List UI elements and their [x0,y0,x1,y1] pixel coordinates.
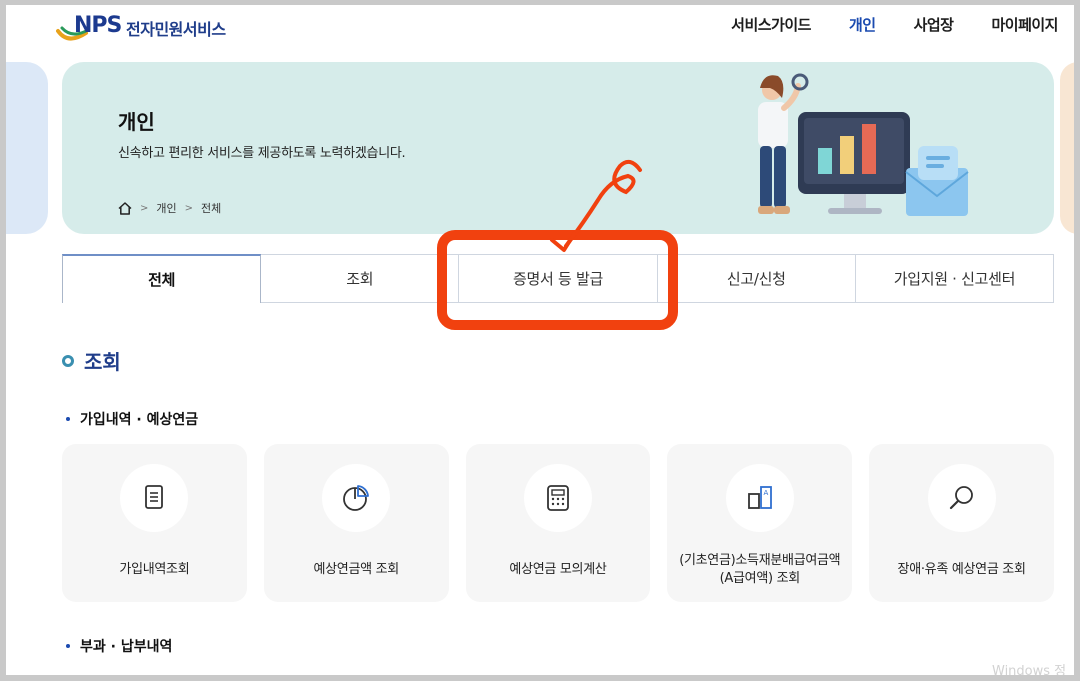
nav-item-guide[interactable]: 서비스가이드 [731,14,811,35]
woman-with-monitor-illustration [758,73,969,216]
subsection-title-text: 부과 · 납부내역 [80,639,173,655]
section-title-text: 조회 [84,350,121,374]
chevron-right-icon: > [184,202,194,214]
nav-item-personal[interactable]: 개인 [849,14,876,35]
nps-logo-mark: NPS [56,11,122,45]
logo-text: NPS [74,13,122,38]
service-card-list: 가입내역조회 예상연금액 조회 예상연금 모의계산 A (기초연금)소득재분배급… [62,444,1054,602]
service-card[interactable]: A (기초연금)소득재분배급여금액(A급여액) 조회 [667,444,853,602]
tab-inquiry[interactable]: 조회 [261,254,460,303]
section-title: 조회 [62,346,121,375]
subsection-title-text: 가입내역 · 예상연금 [80,412,199,428]
nav-item-business[interactable]: 사업장 [914,14,954,35]
hero-side-left [6,62,48,234]
breadcrumb: > 개인 > 전체 [118,200,221,216]
nav-item-mypage[interactable]: 마이페이지 [991,14,1058,35]
tab-support-center[interactable]: 가입지원 · 신고센터 [855,254,1055,303]
site-logo[interactable]: NPS 전자민원서비스 [56,10,226,46]
page-description: 신속하고 편리한 서비스를 제공하도록 노력하겠습니다. [118,146,406,161]
site-title: 전자민원서비스 [126,20,226,39]
main-navigation: 서비스가이드 개인 사업장 마이페이지 [731,14,1058,35]
service-card[interactable]: 예상연금 모의계산 [465,444,651,602]
windows-activation-watermark: Windows 정 [992,664,1067,679]
pie-chart-icon [322,464,391,532]
breadcrumb-item-all: 전체 [201,202,222,215]
circle-bullet-icon [62,354,74,367]
home-icon[interactable] [118,201,132,215]
document-icon [120,464,189,532]
tab-all[interactable]: 전체 [62,254,262,303]
service-card[interactable]: 예상연금액 조회 [263,444,449,602]
bullet-dot-icon [66,644,70,648]
site-header: NPS 전자민원서비스 서비스가이드 개인 사업장 마이페이지 [0,0,1080,52]
magnifier-icon [927,464,996,532]
breadcrumb-item-personal[interactable]: 개인 [156,200,176,216]
subsection-title-billing: 부과 · 납부내역 [66,636,172,656]
page-title: 개인 [118,110,155,134]
service-card-label: (기초연금)소득재분배급여금액(A급여액) 조회 [679,553,841,586]
document-compare-icon: A [725,464,794,532]
chevron-right-icon: > [140,202,149,214]
subsection-title-enrollment: 가입내역 · 예상연금 [66,409,198,429]
service-card[interactable]: 장애·유족 예상연금 조회 [869,444,1054,602]
service-card-label: 장애·유족 예상연금 조회 [897,562,1026,577]
service-card-label: 예상연금액 조회 [313,562,399,577]
tab-report-application[interactable]: 신고/신청 [657,254,856,303]
service-card-label: 예상연금 모의계산 [509,562,607,577]
curved-arrow-icon [550,159,642,252]
calculator-icon [523,464,592,532]
service-card-label: 가입내역조회 [119,562,190,577]
svg-text:A: A [763,489,768,497]
hero-notch [78,150,138,234]
bullet-dot-icon [66,417,70,421]
service-card[interactable]: 가입내역조회 [62,444,247,602]
hero-side-right [1060,62,1080,234]
